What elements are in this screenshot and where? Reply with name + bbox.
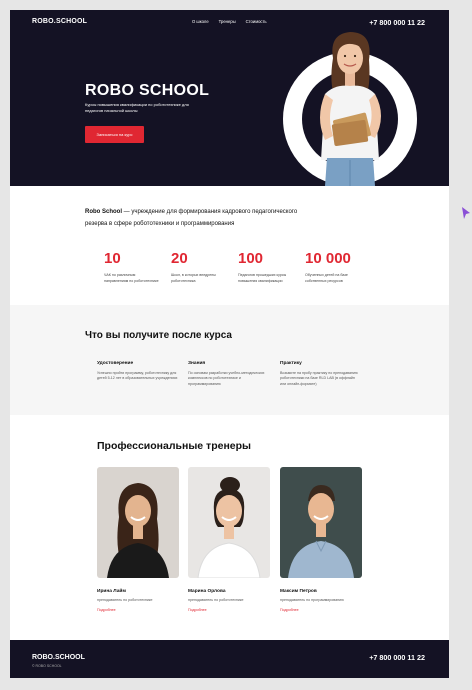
stat-description: Школ, в которых внедрены робототехника xyxy=(171,273,216,283)
trainer-card: Марина Орлова преподаватель по робототех… xyxy=(188,467,270,612)
enroll-button[interactable]: Записаться на курс xyxy=(85,126,144,143)
about-description: Robo School — учреждение для формировани… xyxy=(85,207,310,230)
trainer-card: Ирина Лайм преподаватель по робототехник… xyxy=(97,467,179,612)
footer-phone[interactable]: +7 800 000 11 22 xyxy=(369,653,425,662)
hero-student-photo xyxy=(320,32,381,186)
stat-item: 10 ЧАК по различным направлениям по робо… xyxy=(104,251,171,284)
stat-value: 10 000 xyxy=(305,250,351,267)
benefits-section: Что вы получите после курса Удостоверени… xyxy=(10,305,449,415)
nav-item-trainers[interactable]: Тренеры xyxy=(219,19,236,24)
stat-value: 20 xyxy=(171,250,188,267)
about-brand: Robo School xyxy=(85,209,122,215)
benefit-item: Знания По основам разработки учебно-мето… xyxy=(188,361,270,387)
mouse-cursor-icon xyxy=(462,207,470,219)
stat-item: 100 Педагогов прошедших курсы повышения … xyxy=(238,251,305,284)
benefit-title: Удостоверение xyxy=(97,361,134,366)
hero-title: ROBO SCHOOL xyxy=(85,82,210,99)
trainer-role: преподаватель по робототехнике xyxy=(188,598,244,602)
benefit-title: Практику xyxy=(280,361,302,366)
stat-description: Педагогов прошедших курсы повышения квал… xyxy=(238,273,287,283)
trainer-more-link[interactable]: Подробнее xyxy=(188,608,270,612)
footer-logo[interactable]: ROBO.SCHOOL xyxy=(32,654,85,661)
trainer-photo xyxy=(97,467,179,578)
benefit-title: Знания xyxy=(188,361,206,366)
header-phone[interactable]: +7 800 000 11 22 xyxy=(369,18,425,27)
trainer-card: Максим Петров преподаватель по программи… xyxy=(280,467,362,612)
trainer-more-link[interactable]: Подробнее xyxy=(280,608,362,612)
stat-description: Обученных детей на базе собственных ресу… xyxy=(305,273,348,283)
trainer-role: преподаватель по программированию xyxy=(280,598,344,602)
stat-item: 20 Школ, в которых внедрены робототехник… xyxy=(171,251,238,284)
benefit-description: Успешно пройти программу, робототехнику … xyxy=(97,371,178,381)
benefit-description: По основам разработки учебно-методически… xyxy=(188,371,265,386)
trainer-name: Максим Петров xyxy=(280,589,317,594)
landing-page: ROBO.SCHOOL О школе Тренеры Стоимость +7… xyxy=(10,10,449,678)
footer-copyright: © ROBO SCHOOL xyxy=(32,664,62,668)
benefit-item: Практику Возьмите на пробу практику по п… xyxy=(280,361,362,387)
nav-item-price[interactable]: Стоимость xyxy=(246,19,267,24)
trainer-photo xyxy=(280,467,362,578)
trainer-name: Ирина Лайм xyxy=(97,589,126,594)
benefits-title: Что вы получите после курса xyxy=(85,330,232,341)
footer: ROBO.SCHOOL © ROBO SCHOOL +7 800 000 11 … xyxy=(10,640,449,678)
hero-subtitle: Курсы повышения квалификации по робототе… xyxy=(85,102,189,113)
stat-description: ЧАК по различным направлениям по роботот… xyxy=(104,273,159,283)
stat-item: 10 000 Обученных детей на базе собственн… xyxy=(305,251,372,284)
stats-row: 10 ЧАК по различным направлениям по робо… xyxy=(104,251,372,284)
main-nav: О школе Тренеры Стоимость xyxy=(192,19,267,24)
trainers-title: Профессиональные тренеры xyxy=(97,440,252,452)
trainer-more-link[interactable]: Подробнее xyxy=(97,608,179,612)
trainer-role: преподаватель по робототехнике xyxy=(97,598,153,602)
nav-item-about[interactable]: О школе xyxy=(192,19,209,24)
benefit-description: Возьмите на пробу практику по преподаван… xyxy=(280,371,358,386)
site-logo[interactable]: ROBO.SCHOOL xyxy=(32,18,87,25)
hero-section: ROBO.SCHOOL О школе Тренеры Стоимость +7… xyxy=(10,10,449,186)
trainer-photo xyxy=(188,467,270,579)
stat-value: 100 xyxy=(238,250,264,267)
trainer-name: Марина Орлова xyxy=(188,589,226,594)
stat-value: 10 xyxy=(104,250,121,267)
benefit-item: Удостоверение Успешно пройти программу, … xyxy=(97,361,179,382)
